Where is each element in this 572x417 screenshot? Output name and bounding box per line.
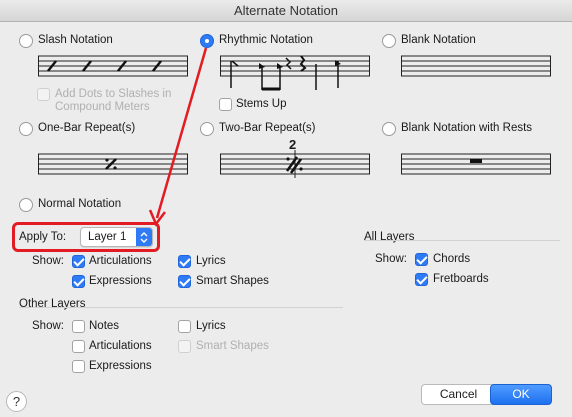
other-notes-label: Notes: [89, 320, 120, 332]
other-articulations-checkbox[interactable]: [72, 340, 85, 353]
cancel-button[interactable]: Cancel: [421, 384, 496, 405]
show-smart-shapes-checkbox[interactable]: [178, 275, 191, 288]
annotation-arrow: [148, 47, 208, 227]
show-expressions-checkbox[interactable]: [72, 275, 85, 288]
all-fretboards-label: Fretboards: [433, 273, 489, 285]
other-show-label: Show:: [32, 320, 64, 332]
all-chords-checkbox[interactable]: [415, 253, 428, 266]
help-button[interactable]: ?: [6, 391, 27, 412]
other-layers-divider: [19, 307, 343, 308]
chevron-up-down-icon: [140, 232, 148, 243]
show-articulations-checkbox[interactable]: [72, 255, 85, 268]
show-expressions-label: Expressions: [89, 275, 152, 287]
other-expressions-label: Expressions: [89, 360, 152, 372]
show-lyrics-checkbox[interactable]: [178, 255, 191, 268]
other-lyrics-checkbox[interactable]: [178, 320, 191, 333]
other-layers-heading: Other Layers: [19, 298, 86, 310]
other-lyrics-label: Lyrics: [196, 320, 226, 332]
apply-to-select[interactable]: Layer 1: [80, 227, 153, 247]
all-show-label: Show:: [375, 253, 407, 265]
all-fretboards-checkbox[interactable]: [415, 273, 428, 286]
show-lyrics-label: Lyrics: [196, 255, 226, 267]
ok-button[interactable]: OK: [490, 384, 552, 405]
all-layers-divider: [364, 240, 560, 241]
other-smart-shapes-label: Smart Shapes: [196, 340, 269, 352]
apply-to-value: Layer 1: [88, 231, 127, 243]
select-stepper: [136, 228, 152, 246]
apply-to-label: Apply To:: [19, 231, 67, 243]
other-smart-shapes-checkbox[interactable]: [178, 340, 191, 353]
other-articulations-label: Articulations: [89, 340, 152, 352]
other-notes-checkbox[interactable]: [72, 320, 85, 333]
other-expressions-checkbox[interactable]: [72, 360, 85, 373]
all-layers-heading: All Layers: [364, 231, 415, 243]
show-smart-shapes-label: Smart Shapes: [196, 275, 269, 287]
show-articulations-label: Articulations: [89, 255, 152, 267]
show-label: Show:: [32, 255, 64, 267]
all-chords-label: Chords: [433, 253, 471, 265]
